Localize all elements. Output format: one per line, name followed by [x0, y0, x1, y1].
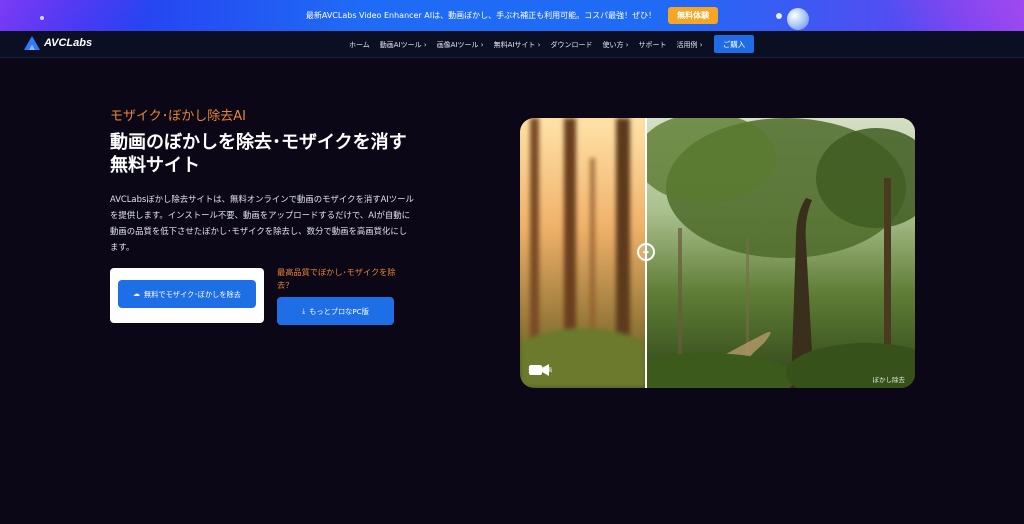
- hero-headline: 動画のぼかしを除去･モザイクを消す無料サイト: [110, 132, 407, 176]
- nav-item-home[interactable]: ホーム: [349, 40, 370, 50]
- original-video-label: 元の動画: [528, 367, 553, 374]
- pc-version-button[interactable]: ⤓ もっとプロなPC版: [277, 297, 394, 325]
- sparkle-decoration: [40, 16, 44, 20]
- sparkle-decoration: [776, 13, 782, 19]
- nav-item-how-to[interactable]: 使い方 ›: [602, 40, 628, 50]
- compare-handle-icon[interactable]: ◂▸: [637, 243, 655, 261]
- nav-items: ホーム 動画AIツール › 画像AIツール › 無料AIサイト › ダウンロード…: [349, 31, 713, 58]
- nav-item-video-ai-tools[interactable]: 動画AIツール ›: [380, 40, 427, 50]
- nav-item-image-ai-tools[interactable]: 画像AIツール ›: [437, 40, 484, 50]
- remove-blur-button[interactable]: ☁ 無料でモザイク･ぼかしを除去: [118, 280, 256, 308]
- download-icon: ⤓: [302, 306, 306, 315]
- hero-eyebrow: モザイク･ぼかし除去AI: [110, 109, 246, 124]
- planet-decoration: [787, 8, 809, 30]
- cta-card: ☁ 無料でモザイク･ぼかしを除去: [110, 268, 264, 323]
- nav-item-free-ai-sites[interactable]: 無料AIサイト ›: [494, 40, 541, 50]
- clear-forest-image: [646, 118, 915, 388]
- pc-version-button-label: もっとプロなPC版: [309, 306, 369, 316]
- logo[interactable]: AVCLabs: [24, 36, 92, 50]
- banner-text: 最新AVCLabs Video Enhancer AIは、動画ぼかし、手ぶれ補正…: [305, 11, 657, 20]
- hero-description: AVCLabsぼかし除去サイトは、無料オンラインで動画のモザイクを消すAIツール…: [110, 194, 414, 252]
- nav-item-download[interactable]: ダウンロード: [550, 40, 592, 50]
- remove-blur-button-label: 無料でモザイク･ぼかしを除去: [144, 289, 241, 299]
- nav-item-support[interactable]: サポート: [639, 40, 667, 50]
- before-after-comparison[interactable]: ◂▸ 元の動画 ぼかし除去: [520, 118, 915, 388]
- free-trial-button[interactable]: 無料体験: [668, 7, 719, 24]
- cta-note: 最高品質でぼかし･モザイクを除去？: [277, 267, 396, 290]
- upload-cloud-icon: ☁: [133, 289, 141, 298]
- promo-banner: 最新AVCLabs Video Enhancer AIは、動画ぼかし、手ぶれ補正…: [0, 0, 1024, 31]
- blurred-forest-image: [520, 118, 646, 388]
- nav-item-use-cases[interactable]: 活用例 ›: [677, 40, 703, 50]
- logo-icon: [24, 36, 40, 50]
- logo-text: AVCLabs: [44, 37, 93, 49]
- main-nav: AVCLabs ホーム 動画AIツール › 画像AIツール › 無料AIサイト …: [0, 31, 1024, 58]
- deblurred-label: ぼかし除去: [872, 376, 906, 384]
- buy-button[interactable]: ご購入: [714, 35, 754, 53]
